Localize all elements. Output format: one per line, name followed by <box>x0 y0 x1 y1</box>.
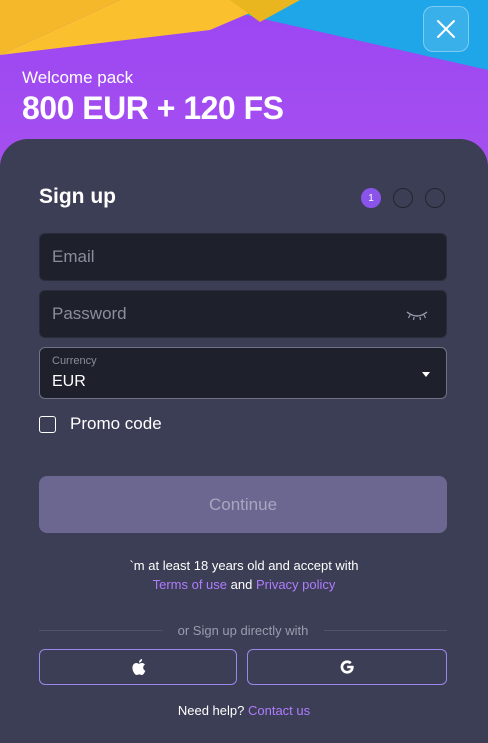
google-signup-button[interactable] <box>247 649 447 685</box>
password-field-wrapper <box>39 290 447 338</box>
help-label: Need help? <box>177 703 248 718</box>
close-button[interactable] <box>423 6 469 52</box>
step-1: 1 <box>361 188 381 208</box>
welcome-offer: 800 EUR + 120 FS <box>22 90 284 126</box>
apple-icon <box>132 659 146 675</box>
welcome-subtitle: Welcome pack <box>22 68 134 87</box>
terms-links: Terms of use and Privacy policy <box>0 577 488 592</box>
page-title: Sign up <box>39 185 116 208</box>
terms-and-text: and <box>227 577 256 592</box>
signup-modal: Welcome pack 800 EUR + 120 FS Sign up 1 <box>0 0 488 743</box>
promo-code-toggle[interactable]: Promo code <box>39 414 162 434</box>
social-divider: or Sign up directly with <box>39 623 447 638</box>
contact-us-link[interactable]: Contact us <box>248 703 310 718</box>
divider-line-left <box>39 630 162 631</box>
currency-value: EUR <box>52 373 86 390</box>
password-field[interactable] <box>40 291 446 337</box>
continue-button[interactable]: Continue <box>39 476 447 533</box>
email-field[interactable] <box>40 234 446 280</box>
step-2 <box>393 188 413 208</box>
chevron-down-icon <box>422 372 430 377</box>
divider-text: or Sign up directly with <box>177 623 309 638</box>
help-text: Need help? Contact us <box>0 703 488 718</box>
step-3 <box>425 188 445 208</box>
promo-label: Promo code <box>70 414 162 433</box>
close-icon <box>437 20 455 38</box>
terms-of-use-link[interactable]: Terms of use <box>153 577 227 592</box>
promo-checkbox[interactable] <box>39 415 56 433</box>
eye-closed-icon[interactable] <box>406 309 428 327</box>
google-icon <box>340 660 354 674</box>
currency-label: Currency <box>52 355 97 367</box>
privacy-policy-link[interactable]: Privacy policy <box>256 577 335 592</box>
apple-signup-button[interactable] <box>39 649 237 685</box>
terms-text: `m at least 18 years old and accept with <box>129 558 359 573</box>
signup-panel: Sign up 1 Currency EUR <box>0 139 488 743</box>
step-indicator: 1 <box>361 188 445 208</box>
currency-select[interactable]: Currency EUR <box>39 347 447 399</box>
divider-line-right <box>324 630 447 631</box>
email-field-wrapper <box>39 233 447 281</box>
